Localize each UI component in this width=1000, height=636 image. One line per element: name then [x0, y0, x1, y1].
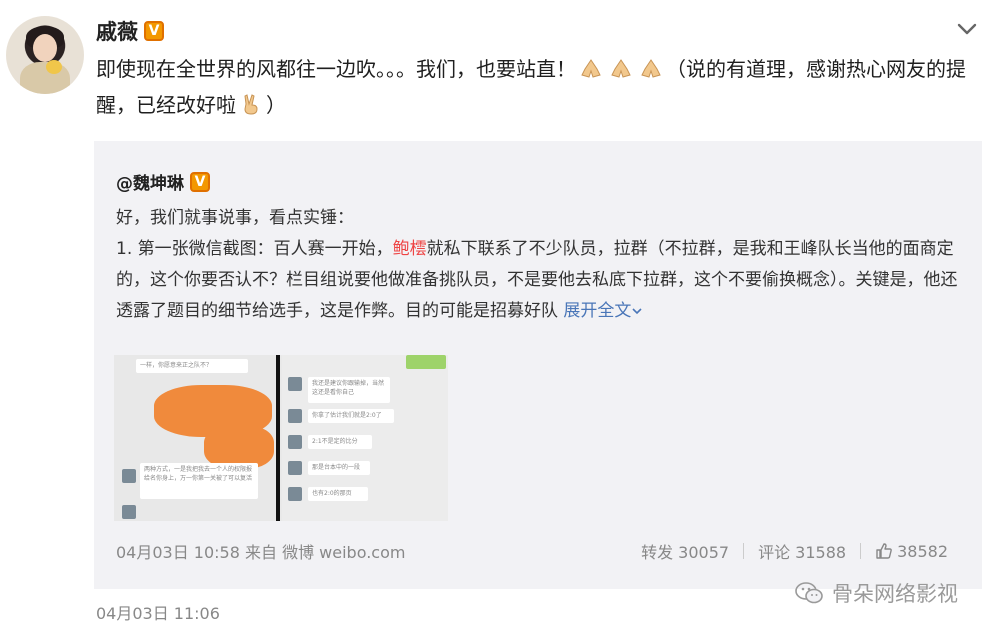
chat-screenshot-1[interactable]: 一样，你愿意来正之队不？ 两种方式，一是我把我去一个人的权限报给名你身上，万一你…	[114, 355, 276, 521]
expand-full-text-link[interactable]: 展开全文	[563, 301, 643, 321]
repost-text: 好，我们就事说事，看点实锤： 1. 第一张微信截图：百人赛一开始，鲍橒就私下联系…	[116, 203, 966, 327]
repost-stats: 转发 30057 评论 31588 38582	[641, 539, 948, 563]
post-text: 即使现在全世界的风都往一边吹。。。我们，也要站直！ （说的有道理，感谢热心网友的提…	[96, 51, 966, 123]
post-text-main: 即使现在全世界的风都往一边吹。。。我们，也要站直！	[96, 57, 576, 81]
like-count[interactable]: 38582	[897, 542, 948, 561]
chevron-down-icon[interactable]	[956, 18, 978, 40]
watermark: 骨朵网络影视	[794, 578, 958, 608]
chat-bubble: 2:1不是定的比分	[308, 435, 372, 449]
repost-card[interactable]: @魏坤琳 V 好，我们就事说事，看点实锤： 1. 第一张微信截图：百人赛一开始，…	[94, 141, 982, 606]
repost-text-part: 1. 第一张微信截图：百人赛一开始，	[116, 239, 393, 259]
repost-author[interactable]: @魏坤琳 V	[116, 169, 210, 194]
post-text-end: ）	[266, 93, 286, 117]
chat-bubble: 两种方式，一是我把我去一个人的权限报给名你身上，万一你第一关被了可以复活	[140, 463, 258, 499]
mention-highlight[interactable]: 鲍橒	[393, 239, 427, 259]
chat-bubble: 那是台本中的一段	[308, 461, 370, 475]
chat-screenshot-2[interactable]: 我还是建议你跟输掉，当然这还是看你自己 你拿了估计我们就是2:0了 2:1不是定…	[282, 355, 448, 521]
pray-icon	[581, 59, 601, 78]
repost-line1: 好，我们就事说事，看点实锤：	[116, 208, 354, 228]
comment-count-button[interactable]: 评论 31588	[758, 539, 846, 563]
chat-bubble: 也有2:0的那页	[308, 487, 368, 501]
victory-hand-icon	[244, 94, 258, 115]
wechat-icon	[795, 582, 823, 604]
verified-badge-icon: V	[190, 171, 210, 192]
chevron-down-icon	[632, 308, 642, 315]
repost-line2: 1. 第一张微信截图：百人赛一开始，鲍橒就私下联系了不少队员，拉群（不拉群，是我…	[116, 234, 966, 327]
thumbs-up-icon[interactable]	[875, 542, 893, 560]
expand-label[interactable]: 展开全文	[563, 301, 631, 321]
pray-icon	[611, 59, 631, 78]
repost-author-name[interactable]: @魏坤琳	[116, 169, 184, 194]
chat-bubble: 我还是建议你跟输掉，当然这还是看你自己	[308, 377, 390, 403]
verified-badge-icon: V	[144, 21, 164, 41]
chat-bubble: 你拿了估计我们就是2:0了	[308, 409, 394, 423]
chat-bubble: 一样，你愿意来正之队不？	[136, 359, 248, 373]
post-author[interactable]: 戚薇 V	[96, 16, 164, 46]
repost-meta: 04月03日 10:58 来自 微博 weibo.com	[116, 543, 406, 562]
repost-count-button[interactable]: 转发 30057	[641, 539, 729, 563]
pray-icon	[641, 59, 661, 78]
post-timestamp[interactable]: 04月03日 11:06	[96, 600, 220, 624]
watermark-text: 骨朵网络影视	[832, 582, 958, 606]
avatar[interactable]	[6, 16, 84, 94]
image-thumbnails[interactable]: 一样，你愿意来正之队不？ 两种方式，一是我把我去一个人的权限报给名你身上，万一你…	[114, 355, 448, 521]
author-name[interactable]: 戚薇	[96, 16, 138, 46]
